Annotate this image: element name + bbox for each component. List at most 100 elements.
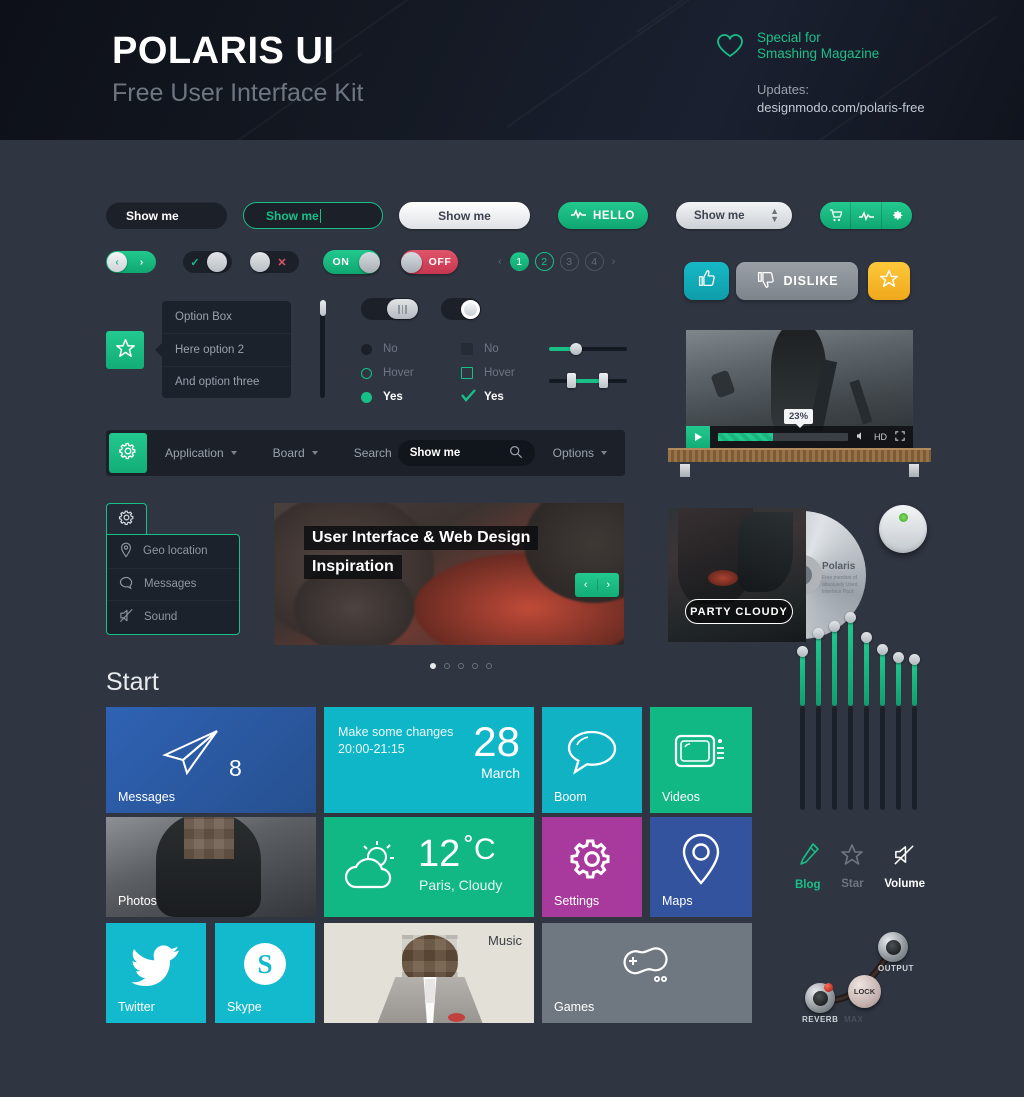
search-input[interactable]: Show me bbox=[397, 440, 535, 466]
side-menu-item-messages[interactable]: Messages bbox=[107, 567, 239, 601]
option-item-1[interactable]: Option Box bbox=[162, 301, 291, 333]
checkbox-group[interactable]: No Hover Yes bbox=[461, 337, 515, 409]
radio-icon[interactable] bbox=[361, 391, 372, 403]
volume-icon[interactable] bbox=[856, 431, 866, 443]
hello-button[interactable]: HELLO bbox=[558, 202, 648, 229]
fullscreen-icon[interactable] bbox=[895, 431, 905, 443]
icon-item-star[interactable]: Star bbox=[840, 843, 864, 891]
tile-boom[interactable]: Boom bbox=[542, 707, 642, 813]
star-tile-button[interactable] bbox=[106, 331, 144, 369]
nav-item-board[interactable]: Board bbox=[255, 430, 336, 476]
reverb-panel[interactable]: LOCK OUTPUT REVERB MAX bbox=[792, 920, 928, 1025]
video-player[interactable]: 23% HD bbox=[686, 330, 913, 448]
slider-thumb[interactable] bbox=[570, 343, 582, 355]
icon-item-blog[interactable]: Blog bbox=[795, 843, 821, 891]
checkbox-option-hover[interactable]: Hover bbox=[461, 361, 515, 385]
show-me-select[interactable]: Show me ▲ ▼ bbox=[676, 202, 792, 229]
radio-option-yes[interactable]: Yes bbox=[361, 385, 414, 409]
checkmark-toggle[interactable]: ✓ bbox=[183, 251, 232, 273]
dislike-button[interactable]: DISLIKE bbox=[736, 262, 858, 300]
check-icon[interactable] bbox=[461, 389, 476, 405]
video-right-controls[interactable]: HD bbox=[856, 431, 913, 443]
tile-maps[interactable]: Maps bbox=[650, 817, 752, 917]
favorite-star-button[interactable] bbox=[868, 262, 910, 300]
carousel-prev-button[interactable]: ‹ bbox=[575, 579, 597, 591]
handle-switch[interactable] bbox=[361, 298, 419, 320]
show-me-dark-button[interactable]: Show me bbox=[106, 202, 227, 229]
slider-thumb-right[interactable] bbox=[599, 373, 608, 388]
tile-skype[interactable]: S Skype bbox=[215, 923, 315, 1023]
play-icon[interactable] bbox=[686, 426, 710, 448]
carousel-dots[interactable] bbox=[430, 663, 492, 669]
navigation-bar[interactable]: Application Board Search Show me Options bbox=[106, 430, 625, 476]
nav-item-options[interactable]: Options bbox=[535, 430, 625, 476]
search-icon[interactable] bbox=[509, 445, 523, 462]
checkbox-option-yes[interactable]: Yes bbox=[461, 385, 515, 409]
on-toggle[interactable]: ON bbox=[323, 250, 380, 274]
pagination-next[interactable]: › bbox=[610, 256, 618, 268]
updates-url[interactable]: designmodo.com/polaris-free bbox=[757, 100, 925, 115]
option-item-2[interactable]: Here option 2 bbox=[162, 333, 291, 365]
radio-option-no[interactable]: No bbox=[361, 337, 414, 361]
toggle-knob[interactable] bbox=[207, 252, 227, 272]
nav-item-search[interactable]: Search bbox=[336, 430, 398, 476]
power-knob[interactable] bbox=[879, 505, 927, 553]
nav-gear-button[interactable] bbox=[109, 433, 147, 473]
equalizer[interactable] bbox=[797, 612, 920, 810]
slider-thumb-left[interactable] bbox=[567, 373, 576, 388]
checkbox-option-no[interactable]: No bbox=[461, 337, 515, 361]
show-me-outline-input[interactable]: Show me bbox=[243, 202, 383, 229]
tile-settings[interactable]: Settings bbox=[542, 817, 642, 917]
carousel-dot-4[interactable] bbox=[472, 663, 478, 669]
side-menu-item-sound[interactable]: Sound bbox=[107, 600, 239, 633]
nav-item-application[interactable]: Application bbox=[147, 430, 255, 476]
cart-icon[interactable] bbox=[820, 202, 850, 229]
icon-label-row[interactable]: Blog Star Volume bbox=[795, 843, 925, 891]
toggle-knob[interactable] bbox=[401, 251, 422, 273]
radio-icon[interactable] bbox=[361, 343, 372, 355]
round-switch[interactable] bbox=[441, 298, 481, 320]
option-box-dropdown[interactable]: Option Box Here option 2 And option thre… bbox=[155, 301, 291, 398]
vertical-slider-thumb[interactable] bbox=[319, 300, 326, 316]
side-menu[interactable]: Geo location Messages Sound bbox=[106, 534, 240, 635]
carousel-dot-3[interactable] bbox=[458, 663, 464, 669]
option-item-3[interactable]: And option three bbox=[162, 366, 291, 398]
next-arrow-button[interactable]: › bbox=[127, 257, 156, 268]
tile-messages[interactable]: 8 Messages bbox=[106, 707, 316, 813]
hd-label[interactable]: HD bbox=[874, 432, 887, 442]
pagination-page-2[interactable]: 2 bbox=[534, 252, 554, 271]
prev-next-segmented-control[interactable]: ‹ › bbox=[106, 251, 156, 273]
toggle-knob[interactable] bbox=[250, 252, 270, 272]
tile-photos[interactable]: Photos bbox=[106, 817, 316, 917]
prev-arrow-button[interactable]: ‹ bbox=[107, 252, 127, 272]
radio-group[interactable]: No Hover Yes bbox=[361, 337, 414, 409]
off-toggle[interactable]: OFF bbox=[401, 250, 458, 274]
carousel-dot-5[interactable] bbox=[486, 663, 492, 669]
switch-handle[interactable] bbox=[387, 299, 418, 319]
tile-music[interactable]: Music bbox=[324, 923, 534, 1023]
range-slider-single[interactable] bbox=[549, 343, 627, 355]
toggle-knob[interactable] bbox=[359, 251, 380, 273]
video-controls[interactable]: 23% HD bbox=[686, 409, 913, 448]
checkbox-icon[interactable] bbox=[461, 343, 473, 355]
side-menu-item-geo-location[interactable]: Geo location bbox=[107, 535, 239, 568]
radio-option-hover[interactable]: Hover bbox=[361, 361, 414, 385]
pagination-prev[interactable]: ‹ bbox=[496, 256, 504, 268]
tile-videos[interactable]: Videos bbox=[650, 707, 752, 813]
checkbox-icon[interactable] bbox=[461, 367, 473, 379]
tile-calendar[interactable]: Make some changes 20:00-21:15 28 March bbox=[324, 707, 534, 813]
switch-knob[interactable] bbox=[460, 299, 480, 319]
pagination[interactable]: ‹ 1 2 3 4 › bbox=[496, 252, 617, 271]
pagination-page-4[interactable]: 4 bbox=[584, 252, 604, 271]
pulse-icon[interactable] bbox=[850, 202, 881, 229]
range-slider-dual[interactable] bbox=[549, 373, 627, 388]
image-carousel[interactable]: User Interface & Web Design Inspiration … bbox=[274, 503, 624, 645]
lock-button[interactable]: LOCK bbox=[848, 975, 881, 1008]
pagination-page-1[interactable]: 1 bbox=[509, 252, 529, 271]
carousel-nav[interactable]: ‹ › bbox=[575, 573, 619, 597]
icon-item-volume[interactable]: Volume bbox=[884, 843, 925, 891]
video-progress-bar[interactable]: 23% bbox=[718, 409, 848, 441]
radio-icon[interactable] bbox=[361, 367, 372, 379]
side-menu-toggle[interactable] bbox=[106, 503, 147, 535]
pagination-page-3[interactable]: 3 bbox=[559, 252, 579, 271]
